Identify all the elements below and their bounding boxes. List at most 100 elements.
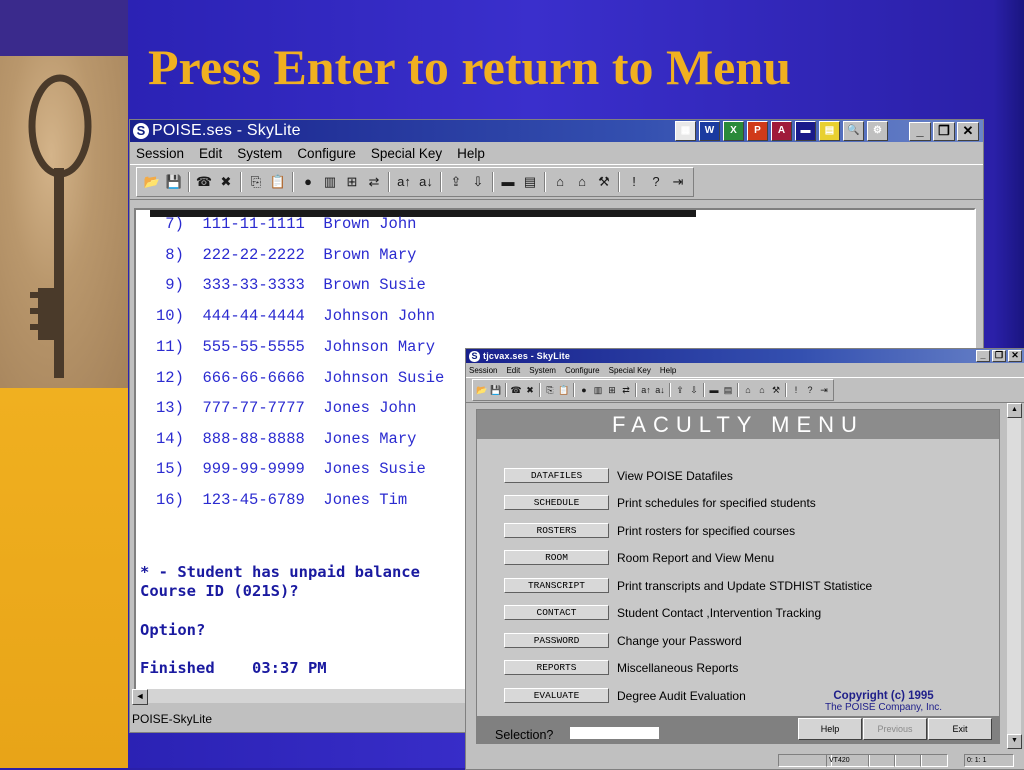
skylite-app-icon[interactable]: S bbox=[133, 123, 149, 139]
scroll-left-icon[interactable]: ◄ bbox=[132, 689, 148, 705]
exit-icon[interactable]: ⇥ bbox=[818, 384, 830, 396]
host-settings-icon[interactable]: ⌂ bbox=[573, 173, 591, 191]
office-icon[interactable]: ▦ bbox=[675, 121, 696, 141]
upload-icon[interactable]: ⇪ bbox=[447, 173, 465, 191]
find-icon[interactable]: 🔍 bbox=[843, 121, 864, 141]
schedule-icon[interactable]: ▬ bbox=[795, 121, 816, 141]
close-button[interactable]: ✕ bbox=[957, 122, 979, 141]
save-icon[interactable]: 💾 bbox=[490, 384, 502, 396]
font-down-icon[interactable]: a↓ bbox=[654, 384, 666, 396]
transcript-button[interactable]: TRANSCRIPT bbox=[504, 578, 609, 593]
schedule-button[interactable]: SCHEDULE bbox=[504, 495, 609, 510]
copy-icon[interactable]: ⎘ bbox=[544, 384, 556, 396]
menu-help[interactable]: Help bbox=[660, 366, 676, 375]
contact-button[interactable]: CONTACT bbox=[504, 605, 609, 620]
exit-button[interactable]: Exit bbox=[928, 718, 992, 740]
student-row: 12) 666-66-6666 Johnson Susie bbox=[156, 369, 445, 387]
capture-icon[interactable]: ▥ bbox=[592, 384, 604, 396]
host-settings-icon[interactable]: ⌂ bbox=[756, 384, 768, 396]
print-setup-icon[interactable]: ▤ bbox=[722, 384, 734, 396]
host-icon[interactable]: ⌂ bbox=[742, 384, 754, 396]
rosters-button[interactable]: ROSTERS bbox=[504, 523, 609, 538]
window-titlebar[interactable]: S POISE.ses - SkyLite ▦ W X P A ▬ ▤ 🔍 ⚙ … bbox=[130, 120, 983, 142]
font-up-icon[interactable]: a↑ bbox=[640, 384, 652, 396]
menu-special-key[interactable]: Special Key bbox=[371, 146, 442, 161]
context-help-icon[interactable]: ? bbox=[647, 173, 665, 191]
connect-icon[interactable]: ☎ bbox=[510, 384, 522, 396]
powerpoint-icon[interactable]: P bbox=[747, 121, 768, 141]
password-button[interactable]: PASSWORD bbox=[504, 633, 609, 648]
paste-icon[interactable]: 📋 bbox=[269, 173, 287, 191]
selection-input[interactable] bbox=[570, 727, 659, 739]
slide-title: Press Enter to return to Menu bbox=[148, 39, 791, 95]
menu-row-room: ROOM Room Report and View Menu bbox=[504, 550, 774, 565]
menu-item-desc: Miscellaneous Reports bbox=[617, 660, 739, 675]
print-icon[interactable]: ▬ bbox=[499, 173, 517, 191]
binder-icon[interactable]: ▤ bbox=[819, 121, 840, 141]
evaluate-button[interactable]: EVALUATE bbox=[504, 688, 609, 703]
menu-help[interactable]: Help bbox=[457, 146, 485, 161]
font-down-icon[interactable]: a↓ bbox=[417, 173, 435, 191]
close-button[interactable]: ✕ bbox=[1008, 350, 1022, 362]
paste-icon[interactable]: 📋 bbox=[558, 384, 570, 396]
hint-icon[interactable]: ! bbox=[625, 173, 643, 191]
bookshelf-icon[interactable]: ⚙ bbox=[867, 121, 888, 141]
exit-icon[interactable]: ⇥ bbox=[669, 173, 687, 191]
menu-system[interactable]: System bbox=[529, 366, 556, 375]
window-titlebar[interactable]: S tjcvax.ses - SkyLite _ ❐ ✕ bbox=[466, 349, 1024, 363]
print-icon[interactable]: ▬ bbox=[708, 384, 720, 396]
hint-icon[interactable]: ! bbox=[790, 384, 802, 396]
skylite-app-icon[interactable]: S bbox=[469, 350, 480, 362]
disconnect-icon[interactable]: ✖ bbox=[217, 173, 235, 191]
menu-edit[interactable]: Edit bbox=[199, 146, 222, 161]
slide-left-band bbox=[0, 0, 128, 768]
tools-icon[interactable]: ⚒ bbox=[595, 173, 613, 191]
transfer-icon[interactable]: ⇄ bbox=[365, 173, 383, 191]
minimize-button[interactable]: _ bbox=[976, 350, 990, 362]
download-icon[interactable]: ⇩ bbox=[688, 384, 700, 396]
host-icon[interactable]: ⌂ bbox=[551, 173, 569, 191]
excel-icon[interactable]: X bbox=[723, 121, 744, 141]
copy-icon[interactable]: ⎘ bbox=[247, 173, 265, 191]
disconnect-icon[interactable]: ✖ bbox=[524, 384, 536, 396]
vertical-scrollbar[interactable]: ▲ ▼ bbox=[1007, 403, 1022, 749]
tools-icon[interactable]: ⚒ bbox=[770, 384, 782, 396]
print-setup-icon[interactable]: ▤ bbox=[521, 173, 539, 191]
capture-icon[interactable]: ▥ bbox=[321, 173, 339, 191]
room-button[interactable]: ROOM bbox=[504, 550, 609, 565]
skylite-window-faculty-menu[interactable]: S tjcvax.ses - SkyLite _ ❐ ✕ Session Edi… bbox=[465, 348, 1024, 770]
menu-configure[interactable]: Configure bbox=[565, 366, 600, 375]
datafiles-button[interactable]: DATAFILES bbox=[504, 468, 609, 483]
connect-icon[interactable]: ☎ bbox=[195, 173, 213, 191]
open-icon[interactable]: 📂 bbox=[476, 384, 488, 396]
menu-special-key[interactable]: Special Key bbox=[609, 366, 651, 375]
window-title: tjcvax.ses - SkyLite bbox=[483, 351, 571, 361]
reports-button[interactable]: REPORTS bbox=[504, 660, 609, 675]
scroll-up-icon[interactable]: ▲ bbox=[1007, 403, 1022, 418]
network-icon[interactable]: ⊞ bbox=[343, 173, 361, 191]
record-icon[interactable]: ● bbox=[299, 173, 317, 191]
upload-icon[interactable]: ⇪ bbox=[674, 384, 686, 396]
menu-system[interactable]: System bbox=[237, 146, 282, 161]
download-icon[interactable]: ⇩ bbox=[469, 173, 487, 191]
menu-row-reports: REPORTS Miscellaneous Reports bbox=[504, 660, 738, 675]
font-up-icon[interactable]: a↑ bbox=[395, 173, 413, 191]
network-icon[interactable]: ⊞ bbox=[606, 384, 618, 396]
minimize-button[interactable]: _ bbox=[909, 122, 931, 141]
transfer-icon[interactable]: ⇄ bbox=[620, 384, 632, 396]
menu-configure[interactable]: Configure bbox=[297, 146, 356, 161]
menu-edit[interactable]: Edit bbox=[506, 366, 520, 375]
save-icon[interactable]: 💾 bbox=[165, 173, 183, 191]
record-icon[interactable]: ● bbox=[578, 384, 590, 396]
word-icon[interactable]: W bbox=[699, 121, 720, 141]
context-help-icon[interactable]: ? bbox=[804, 384, 816, 396]
open-icon[interactable]: 📂 bbox=[143, 173, 161, 191]
help-button[interactable]: Help bbox=[798, 718, 862, 740]
menu-session[interactable]: Session bbox=[469, 366, 497, 375]
previous-button[interactable]: Previous bbox=[863, 718, 927, 740]
restore-button[interactable]: ❐ bbox=[992, 350, 1006, 362]
access-icon[interactable]: A bbox=[771, 121, 792, 141]
restore-button[interactable]: ❐ bbox=[933, 122, 955, 141]
scroll-down-icon[interactable]: ▼ bbox=[1007, 734, 1022, 749]
menu-session[interactable]: Session bbox=[136, 146, 184, 161]
